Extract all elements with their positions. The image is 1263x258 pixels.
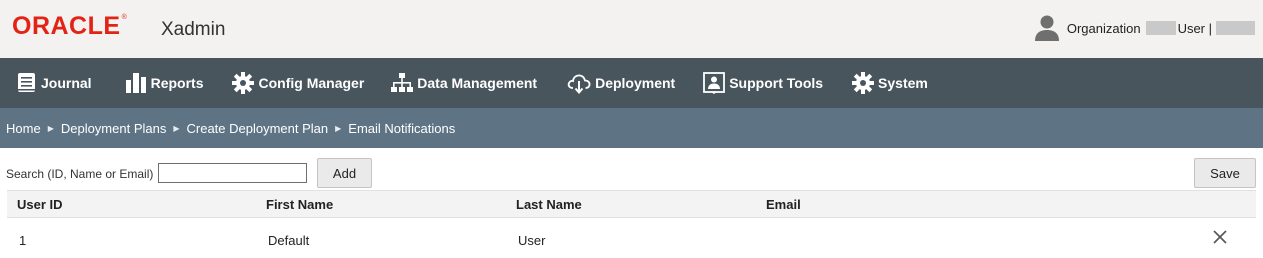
main-nav: Journal Reports Config Manager Data Mana… <box>0 58 1263 108</box>
breadcrumb-create-deployment-plan[interactable]: Create Deployment Plan <box>187 121 329 136</box>
user-label: User | <box>1177 20 1212 36</box>
column-header-email[interactable]: Email <box>766 197 801 212</box>
nav-reports[interactable]: Reports <box>125 58 204 108</box>
nav-label: Config Manager <box>258 75 365 91</box>
nav-label: Support Tools <box>729 75 824 91</box>
close-icon[interactable] <box>1213 230 1227 244</box>
table-row[interactable]: 1 Default User <box>7 218 1256 258</box>
app-name: Xadmin <box>161 19 226 40</box>
cell-first-name: Default <box>268 233 310 248</box>
gear-icon <box>232 72 255 94</box>
registered-mark: ® <box>121 14 128 21</box>
nav-label: Deployment <box>595 75 676 91</box>
logo-text: ORACLE <box>12 12 121 40</box>
column-header-last-name[interactable]: Last Name <box>516 197 582 212</box>
breadcrumb-email-notifications: Email Notifications <box>348 120 456 136</box>
breadcrumb-separator-icon: ▶ <box>335 123 342 133</box>
gear-icon <box>852 72 875 94</box>
breadcrumb: Home ▶ Deployment Plans ▶ Create Deploym… <box>0 108 1263 148</box>
add-button[interactable]: Add <box>317 158 372 188</box>
column-header-first-name[interactable]: First Name <box>266 197 333 212</box>
cell-user-id: 1 <box>19 233 27 248</box>
app-header: ORACLE® Xadmin Organization User | <box>0 0 1263 58</box>
hierarchy-icon <box>391 73 414 92</box>
nav-label: Journal <box>41 75 92 91</box>
nav-label: System <box>878 75 928 91</box>
search-input[interactable] <box>158 163 307 183</box>
organization-value-redacted <box>1145 21 1176 35</box>
nav-support-tools[interactable]: Support Tools <box>703 58 823 108</box>
breadcrumb-separator-icon: ▶ <box>47 123 54 133</box>
organization-label: Organization <box>1066 20 1141 36</box>
nav-label: Data Management <box>417 75 538 91</box>
user-value-redacted <box>1216 21 1255 35</box>
breadcrumb-separator-icon: ▶ <box>173 123 180 133</box>
nav-system[interactable]: System <box>852 58 928 108</box>
user-info: Organization User | <box>1033 14 1255 42</box>
nav-deployment[interactable]: Deployment <box>567 58 675 108</box>
person-icon[interactable] <box>1033 14 1061 42</box>
journal-icon <box>18 73 35 92</box>
bar-chart-icon <box>125 73 146 93</box>
cell-last-name: User <box>518 233 546 248</box>
save-button[interactable]: Save <box>1194 158 1256 188</box>
column-header-user-id[interactable]: User ID <box>17 197 63 212</box>
support-person-icon <box>703 72 726 94</box>
nav-label: Reports <box>150 75 204 91</box>
search-label: Search (ID, Name or Email) <box>6 167 154 181</box>
oracle-logo: ORACLE® <box>12 12 127 41</box>
cloud-download-icon <box>567 74 591 94</box>
breadcrumb-home[interactable]: Home <box>6 121 41 136</box>
nav-journal[interactable]: Journal <box>17 58 92 108</box>
breadcrumb-deployment-plans[interactable]: Deployment Plans <box>61 121 167 136</box>
nav-data-management[interactable]: Data Management <box>391 58 537 108</box>
table-header: User ID First Name Last Name Email <box>7 190 1256 218</box>
nav-config-manager[interactable]: Config Manager <box>232 58 364 108</box>
